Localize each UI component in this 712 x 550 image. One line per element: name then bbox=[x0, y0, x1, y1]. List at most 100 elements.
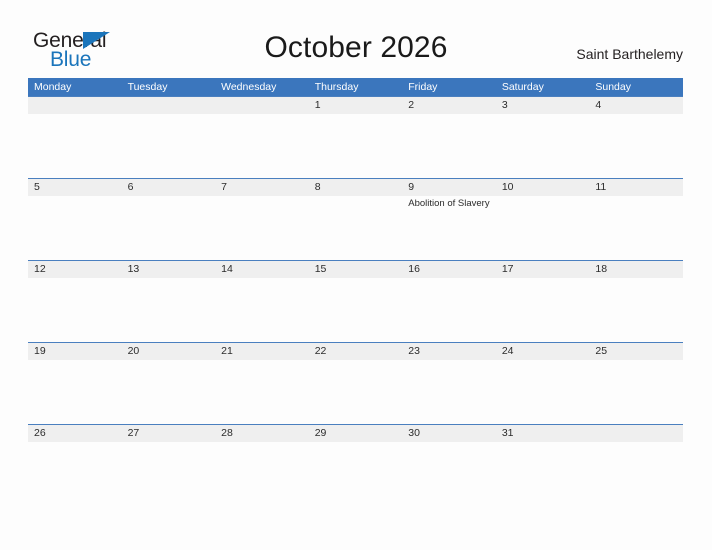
day-cell[interactable]: 13 bbox=[122, 261, 216, 278]
day-cell[interactable]: 9 bbox=[402, 179, 496, 196]
event-cell[interactable] bbox=[496, 196, 590, 260]
day-cell[interactable]: 2 bbox=[402, 97, 496, 114]
event-cell[interactable] bbox=[402, 278, 496, 342]
day-cell[interactable]: 15 bbox=[309, 261, 403, 278]
day-number: 17 bbox=[501, 263, 514, 275]
weekday-tuesday: Tuesday bbox=[127, 81, 168, 93]
event-cell[interactable] bbox=[215, 196, 309, 260]
event-cell[interactable] bbox=[589, 196, 683, 260]
event-cell[interactable] bbox=[496, 360, 590, 424]
event-cell[interactable] bbox=[28, 278, 122, 342]
event-cell[interactable] bbox=[215, 360, 309, 424]
event-cell[interactable] bbox=[309, 442, 403, 506]
event-cell[interactable] bbox=[122, 442, 216, 506]
day-cell[interactable]: 17 bbox=[496, 261, 590, 278]
event-cell[interactable] bbox=[28, 114, 122, 178]
weekday-thursday: Thursday bbox=[314, 81, 359, 93]
event-cell[interactable] bbox=[215, 114, 309, 178]
day-number: 4 bbox=[595, 99, 602, 111]
week-event-band bbox=[28, 278, 683, 342]
day-cell[interactable]: 6 bbox=[122, 179, 216, 196]
day-number: 11 bbox=[595, 181, 607, 193]
day-cell[interactable]: 11 bbox=[589, 179, 683, 196]
day-cell[interactable]: 5 bbox=[28, 179, 122, 196]
event-cell[interactable] bbox=[589, 442, 683, 506]
event-cell[interactable] bbox=[215, 442, 309, 506]
weekday-sunday: Sunday bbox=[595, 81, 631, 93]
day-cell[interactable]: 12 bbox=[28, 261, 122, 278]
week-date-band: 12 13 14 15 16 17 18 bbox=[28, 261, 683, 278]
event-cell[interactable] bbox=[309, 278, 403, 342]
event-cell[interactable] bbox=[122, 278, 216, 342]
day-number: 7 bbox=[221, 181, 227, 193]
day-number: 29 bbox=[314, 427, 327, 439]
day-cell[interactable]: 29 bbox=[309, 425, 403, 442]
day-cell[interactable]: 19 bbox=[28, 343, 122, 360]
event-cell[interactable] bbox=[589, 360, 683, 424]
day-number: 12 bbox=[34, 263, 46, 275]
weekday-monday: Monday bbox=[34, 81, 72, 93]
day-cell[interactable]: 26 bbox=[28, 425, 122, 442]
event-cell[interactable] bbox=[589, 114, 683, 178]
week-date-band: 1 2 3 4 bbox=[28, 97, 683, 114]
event-cell[interactable] bbox=[122, 360, 216, 424]
day-cell[interactable]: 18 bbox=[589, 261, 683, 278]
day-number: 1 bbox=[314, 99, 321, 111]
day-cell[interactable]: 14 bbox=[215, 261, 309, 278]
event-cell[interactable] bbox=[215, 278, 309, 342]
event-text: Abolition of Slavery bbox=[408, 198, 490, 209]
day-cell[interactable] bbox=[589, 425, 683, 442]
day-number: 9 bbox=[408, 181, 415, 193]
week-row: 5 6 7 8 9 10 11 Abolition of Slavery bbox=[28, 178, 683, 260]
event-cell[interactable] bbox=[28, 196, 122, 260]
event-cell[interactable] bbox=[309, 114, 403, 178]
day-cell[interactable]: 3 bbox=[496, 97, 590, 114]
day-cell[interactable]: 7 bbox=[215, 179, 309, 196]
day-cell[interactable] bbox=[215, 97, 309, 114]
event-cell[interactable] bbox=[402, 360, 496, 424]
day-cell[interactable]: 25 bbox=[589, 343, 683, 360]
day-cell[interactable]: 16 bbox=[402, 261, 496, 278]
day-number: 18 bbox=[595, 263, 608, 275]
day-number: 14 bbox=[221, 263, 233, 275]
event-cell[interactable] bbox=[589, 278, 683, 342]
week-event-band bbox=[28, 114, 683, 178]
day-cell[interactable]: 8 bbox=[309, 179, 403, 196]
event-cell[interactable] bbox=[402, 114, 496, 178]
day-cell[interactable]: 22 bbox=[309, 343, 403, 360]
day-cell[interactable] bbox=[122, 97, 216, 114]
event-cell[interactable] bbox=[309, 196, 403, 260]
day-cell[interactable]: 27 bbox=[122, 425, 216, 442]
event-cell[interactable] bbox=[496, 442, 590, 506]
event-cell[interactable] bbox=[496, 278, 590, 342]
day-cell[interactable]: 1 bbox=[309, 97, 403, 114]
day-number: 22 bbox=[314, 345, 327, 357]
day-cell[interactable]: 24 bbox=[496, 343, 590, 360]
event-cell-holiday[interactable]: Abolition of Slavery bbox=[402, 196, 496, 260]
day-number: 10 bbox=[501, 181, 514, 193]
week-event-band bbox=[28, 442, 683, 506]
event-cell[interactable] bbox=[122, 114, 216, 178]
event-cell[interactable] bbox=[28, 442, 122, 506]
week-event-band: Abolition of Slavery bbox=[28, 196, 683, 260]
day-cell[interactable]: 28 bbox=[215, 425, 309, 442]
event-cell[interactable] bbox=[402, 442, 496, 506]
day-cell[interactable] bbox=[28, 97, 122, 114]
day-cell[interactable]: 4 bbox=[589, 97, 683, 114]
event-cell[interactable] bbox=[122, 196, 216, 260]
event-cell[interactable] bbox=[28, 360, 122, 424]
day-number: 2 bbox=[408, 99, 415, 111]
event-cell[interactable] bbox=[496, 114, 590, 178]
day-cell[interactable]: 23 bbox=[402, 343, 496, 360]
event-cell[interactable] bbox=[309, 360, 403, 424]
page-header: General Blue October 2026 Saint Barthele… bbox=[0, 0, 712, 76]
week-date-band: 19 20 21 22 23 24 25 bbox=[28, 343, 683, 360]
day-cell[interactable]: 21 bbox=[215, 343, 309, 360]
day-cell[interactable]: 30 bbox=[402, 425, 496, 442]
day-number: 23 bbox=[408, 345, 420, 357]
day-cell[interactable]: 20 bbox=[122, 343, 216, 360]
day-cell[interactable]: 31 bbox=[496, 425, 590, 442]
week-row: 1 2 3 4 bbox=[28, 96, 683, 178]
calendar-table: Monday Tuesday Wednesday Thursday Friday… bbox=[28, 78, 683, 506]
day-cell[interactable]: 10 bbox=[496, 179, 590, 196]
